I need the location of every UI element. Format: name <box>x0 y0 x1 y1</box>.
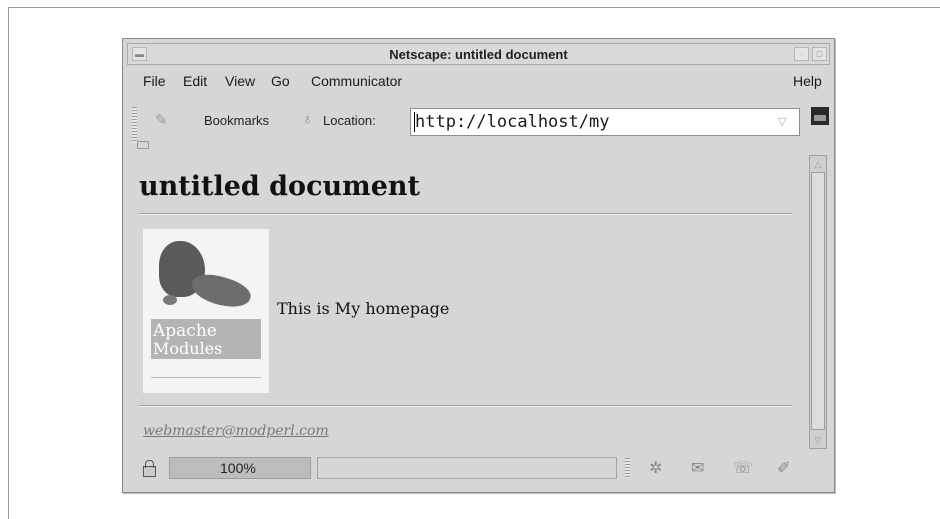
mail-icon[interactable]: ✉ <box>691 458 704 478</box>
cover-animal-fin <box>163 295 177 305</box>
location-toolbar: ✎ Bookmarks ♁ Location: http://localhost… <box>127 95 830 149</box>
menu-bar: File Edit View Go Communicator Help <box>127 69 830 93</box>
title-bar[interactable]: ▬ Netscape: untitled document · □ <box>127 43 830 65</box>
toolbar-tab[interactable] <box>137 141 150 149</box>
cover-animal-body <box>188 268 254 314</box>
toolbar-grip[interactable] <box>132 107 137 143</box>
homepage-text: This is My homepage <box>277 299 450 318</box>
navigator-icon[interactable]: ✲ <box>649 458 662 478</box>
minimize-icon[interactable]: · <box>794 47 809 61</box>
lock-icon[interactable] <box>141 460 157 477</box>
location-label: Location: <box>323 113 376 128</box>
figure-frame-top <box>8 7 940 8</box>
location-dropdown-icon[interactable]: ▽ <box>778 115 786 128</box>
figure-frame-left <box>8 7 9 519</box>
webmaster-email-link[interactable]: webmaster@modperl.com <box>143 423 329 439</box>
maximize-icon[interactable]: □ <box>812 47 827 61</box>
divider-bottom <box>139 405 792 407</box>
netscape-logo-icon[interactable] <box>811 107 829 125</box>
location-field[interactable]: http://localhost/my <box>410 108 800 136</box>
progress-indicator: 100% <box>169 457 311 479</box>
page-heading: untitled document <box>139 171 420 202</box>
menu-file[interactable]: File <box>143 73 166 89</box>
status-bar: 100% ✲ ✉ ☏ ✐ <box>127 454 830 484</box>
menu-edit[interactable]: Edit <box>183 73 207 89</box>
menu-help[interactable]: Help <box>793 73 822 89</box>
text-cursor <box>414 112 415 132</box>
composer-icon[interactable]: ✐ <box>777 458 790 478</box>
scroll-down-icon[interactable]: ▽ <box>812 434 824 446</box>
divider-top <box>139 213 792 215</box>
component-bar-grip[interactable] <box>625 458 630 478</box>
menu-view[interactable]: View <box>225 73 255 89</box>
status-message <box>317 457 617 479</box>
bookmarks-button[interactable]: Bookmarks <box>204 113 269 128</box>
scroll-thumb[interactable] <box>811 172 825 430</box>
vertical-scrollbar[interactable]: △ ▽ <box>809 155 827 449</box>
menu-go[interactable]: Go <box>271 73 290 89</box>
scroll-up-icon[interactable]: △ <box>812 158 824 170</box>
page-content: untitled document Apache Modules This is… <box>127 151 807 451</box>
cover-title-line1: Apache <box>153 321 217 341</box>
location-icon[interactable]: ♁ <box>302 111 313 128</box>
window-title: Netscape: untitled document <box>389 47 568 62</box>
cover-title-line2: Modules <box>153 339 223 358</box>
cover-footer <box>151 377 261 381</box>
menu-communicator[interactable]: Communicator <box>311 73 402 89</box>
book-cover-image: Apache Modules <box>143 229 269 393</box>
bookmarks-icon[interactable]: ✎ <box>155 111 168 129</box>
netscape-window: ▬ Netscape: untitled document · □ File E… <box>122 38 835 493</box>
discussion-icon[interactable]: ☏ <box>733 458 753 478</box>
